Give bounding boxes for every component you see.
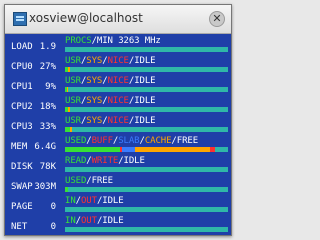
xosview-window: xosview@localhost ✕ LOAD 1.9 PROCS/MIN 326… [4,4,232,236]
legend-segment: SYS [86,96,103,106]
bar-segment [71,127,228,132]
legend-segment: IN [65,216,76,226]
meter-value: 18% [39,102,56,112]
meter-value: 9% [45,82,56,92]
legend-segment: CACHE [144,136,172,146]
legend-segment: USR [65,76,81,86]
legend-segment: OUT [80,216,97,226]
bar-segment [68,87,228,92]
close-button[interactable]: ✕ [209,11,225,27]
meter-legend: IN/OUT/IDLE [65,216,124,226]
window-title: xosview@localhost [29,11,143,25]
meter-value: 6.4G [34,142,56,152]
bar-segment [65,227,228,232]
legend-segment: NICE [107,76,129,86]
bar-segment [69,107,228,112]
bar-segment [65,207,228,212]
meter-legend: USR/SYS/NICE/IDLE [65,56,156,66]
meter-value: 27% [39,62,56,72]
legend-segment: IDLE [134,96,156,106]
meter-legend: USR/SYS/NICE/IDLE [65,96,156,106]
bar-segment [65,147,121,152]
legend-segment: IDLE [134,76,156,86]
legend-segment: IDLE [134,56,156,66]
legend-segment: NICE [107,116,129,126]
legend-segment: NICE [107,96,129,106]
title-bar[interactable]: xosview@localhost ✕ [5,5,231,34]
meter-bar [65,167,228,172]
meter-value: 78K [39,162,56,172]
legend-segment: USR [65,56,81,66]
meter-value: 303M [34,182,56,192]
meter-legend: USED/FREE [65,176,113,186]
legend-segment: USR [65,116,81,126]
legend-segment: PROCS [65,36,92,46]
meter-value: 0 [50,222,56,232]
bar-segment [65,167,228,172]
bar-segment [68,187,228,192]
legend-segment: SLAB [118,136,140,146]
legend-segment: WRITE [91,156,119,166]
legend-segment: USR [65,96,81,106]
legend-segment: USED [65,136,87,146]
bar-segment [135,147,211,152]
meter-legend: USED/BUFF/SLAB/CACHE/FREE [65,136,198,146]
legend-segment: READ [65,156,87,166]
meter-bar [65,67,228,72]
legend-segment: SYS [86,56,103,66]
legend-segment: FREE [176,136,199,146]
legend-segment: OUT [80,196,97,206]
meter-value: 0 [50,202,56,212]
meter-legend: READ/WRITE/IDLE [65,156,145,166]
legend-segment: SYS [86,116,103,126]
meter-legend: PROCS/MIN 3263 MHz [65,36,161,46]
meter-bar [65,227,228,232]
meter-legend: IN/OUT/IDLE [65,196,124,206]
legend-segment: SYS [86,76,103,86]
meter-legend: USR/SYS/NICE/IDLE [65,76,156,86]
legend-segment: IDLE [123,156,145,166]
meter-legend: USR/SYS/NICE/IDLE [65,116,156,126]
meter-bar [65,127,228,132]
legend-segment: FREE [91,176,113,186]
bar-segment [69,67,228,72]
meter-bar [65,187,228,192]
legend-segment: NICE [107,56,129,66]
legend-segment: USED [65,176,87,186]
meter-bar [65,207,228,212]
legend-segment: IN [65,196,76,206]
legend-segment: IDLE [102,196,124,206]
meter-bar [65,47,228,52]
legend-segment: MIN 3263 MHz [96,36,161,46]
bar-segment [214,147,228,152]
meter-bar [65,107,228,112]
bar-segment [122,147,136,152]
meter-row-net: NET 0 IN/OUT/IDLE [5,214,231,235]
legend-segment: BUFF [91,136,113,146]
meter-bar [65,87,228,92]
meter-value: 1.9 [39,42,56,52]
xosview-app-icon [13,12,27,26]
legend-segment: IDLE [134,116,156,126]
meter-bar [65,147,228,152]
bar-segment [65,47,228,52]
meter-value: 33% [39,122,56,132]
legend-segment: IDLE [102,216,124,226]
